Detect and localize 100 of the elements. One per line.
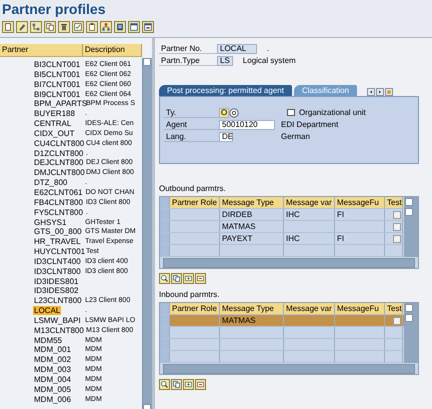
input-field[interactable]: O [219, 108, 229, 118]
checkbox[interactable] [393, 235, 401, 243]
partner-item[interactable]: FB4CLNT800 [33, 198, 84, 207]
scrollbar[interactable] [163, 258, 415, 268]
table-row[interactable]: MATMAS [160, 315, 404, 327]
partner-item[interactable]: GTS_00_800 [33, 227, 83, 236]
window-icon[interactable] [128, 21, 140, 33]
checkbox[interactable] [393, 317, 401, 325]
pencil-icon[interactable] [16, 21, 28, 33]
partner-item[interactable]: MDM_001 [33, 345, 72, 354]
column-header[interactable]: Partner Role [170, 303, 220, 314]
input-field[interactable]: LS [217, 56, 233, 66]
magnifier-icon[interactable] [159, 273, 170, 284]
input-field[interactable]: 50010120 [219, 120, 275, 130]
checkbox[interactable] [287, 109, 295, 116]
column-header: Partner [0, 44, 83, 56]
magnifier-icon[interactable] [159, 379, 170, 390]
scrollbar[interactable] [142, 58, 152, 409]
column-header[interactable]: Test [385, 197, 403, 208]
window-title: Partner profiles [0, 0, 432, 19]
table-cell: FI [337, 210, 344, 219]
input-field[interactable]: DE [219, 132, 233, 142]
section-title: Outbound parmtrs. [159, 184, 227, 194]
table-cell: IHC [286, 210, 300, 219]
trash-icon[interactable] [58, 21, 70, 33]
checkbox[interactable] [393, 223, 401, 231]
copy-icon[interactable] [44, 21, 56, 33]
partner-item[interactable]: CU4CLNT800 [33, 138, 86, 148]
partner-item[interactable]: MDM55 [33, 336, 64, 345]
partner-item[interactable]: ID3IDES802 [33, 286, 80, 296]
partner-item[interactable]: MDM_005 [33, 384, 72, 394]
partner-item[interactable]: DTZ_800 [33, 178, 68, 188]
scrollbar[interactable] [404, 303, 418, 363]
arrow-right-icon[interactable] [376, 88, 384, 96]
clipboard-icon[interactable] [86, 21, 98, 33]
partner-item[interactable]: MDM_004 [33, 375, 72, 384]
scrollbar[interactable] [404, 197, 418, 257]
arrow-left-icon[interactable] [367, 88, 376, 96]
table-row[interactable]: MATMAS [160, 221, 404, 233]
table-cell: PAYEXT [222, 234, 252, 243]
column-header: Description [82, 44, 142, 56]
column-header[interactable]: Test [385, 303, 403, 314]
copy-icon[interactable] [171, 273, 182, 284]
page-icon[interactable] [2, 21, 14, 33]
partner-item[interactable]: DEJCLNT800 [33, 158, 84, 168]
partner-item[interactable]: HUYCLNT001 [33, 247, 86, 256]
column-header[interactable]: Message var [284, 303, 335, 314]
table-row[interactable]: PAYEXT IHC FI [160, 233, 404, 245]
partner-item[interactable]: MDM_002 [33, 355, 72, 364]
field-description: . [267, 44, 270, 53]
column-header[interactable]: MessageFu [335, 197, 385, 208]
partner-item[interactable]: BUYER188 [33, 109, 76, 118]
partner-item[interactable]: GHSYS1 [33, 218, 68, 226]
partner-item[interactable]: L23CLNT800 [33, 296, 83, 306]
delete-row-icon[interactable] [195, 273, 206, 284]
partner-item[interactable]: BI9CLNT001 [33, 90, 82, 99]
partner-item[interactable]: FY5CLNT800 [33, 208, 84, 217]
scrollbar[interactable] [163, 364, 415, 374]
partner-item[interactable]: LOCAL [33, 306, 62, 316]
partner-item[interactable]: BI5CLNT001 [33, 70, 82, 79]
checkbox[interactable] [393, 211, 401, 219]
column-header[interactable]: Message var [284, 197, 335, 208]
partner-item[interactable]: D1ZCLNT800 [33, 148, 84, 158]
copy-icon[interactable] [171, 379, 182, 390]
partner-item[interactable]: ID3CLNT400 [33, 256, 82, 266]
window-icon[interactable] [142, 21, 154, 33]
partner-item[interactable]: BI3CLNT001 [33, 60, 82, 69]
field-description: Logical system [242, 56, 296, 65]
field-description: German [281, 132, 310, 141]
search-help-icon[interactable] [229, 108, 239, 118]
column-header[interactable]: Message Type [220, 303, 284, 314]
partner-item[interactable]: DMJCLNT800 [33, 168, 86, 178]
partner-item[interactable]: M13CLNT800 [33, 326, 85, 335]
tree-icon[interactable] [30, 21, 42, 33]
partner-item[interactable]: MDM_006 [33, 394, 72, 404]
document-icon[interactable] [114, 21, 126, 33]
checklist-icon[interactable] [72, 21, 84, 33]
table-row[interactable]: DIRDEB IHC FI [160, 209, 404, 221]
add-row-icon[interactable] [183, 273, 194, 284]
add-row-icon[interactable] [183, 379, 194, 390]
partner-item[interactable]: E62CLNT061 [33, 188, 84, 197]
partner-item[interactable]: HR_TRAVEL [33, 237, 82, 246]
tab[interactable]: Post processing: permitted agent [159, 85, 292, 96]
partner-item[interactable]: BI7CLNT001 [33, 80, 82, 89]
field-description: EDI Department [281, 120, 338, 129]
column-header[interactable]: MessageFu [335, 303, 385, 314]
partner-item[interactable]: CIDX_OUT [33, 128, 76, 138]
table-cell: MATMAS [222, 222, 256, 231]
partner-item[interactable]: CENTRAL [33, 119, 72, 128]
column-header[interactable]: Partner Role [170, 197, 220, 208]
table-cell: MATMAS [222, 316, 256, 325]
column-header[interactable]: Message Type [220, 197, 284, 208]
partner-item[interactable]: BPM_APARTS [33, 99, 88, 108]
hierarchy-icon[interactable] [100, 21, 112, 33]
partner-item[interactable]: ID3CLNT800 [33, 266, 82, 276]
partner-item[interactable]: LSMW_BAPI [33, 316, 82, 325]
delete-row-icon[interactable] [195, 379, 206, 390]
input-field[interactable]: LOCAL [217, 44, 257, 54]
partner-item[interactable]: MDM_003 [33, 365, 72, 374]
partner-item[interactable]: ID3IDES801 [33, 276, 80, 286]
